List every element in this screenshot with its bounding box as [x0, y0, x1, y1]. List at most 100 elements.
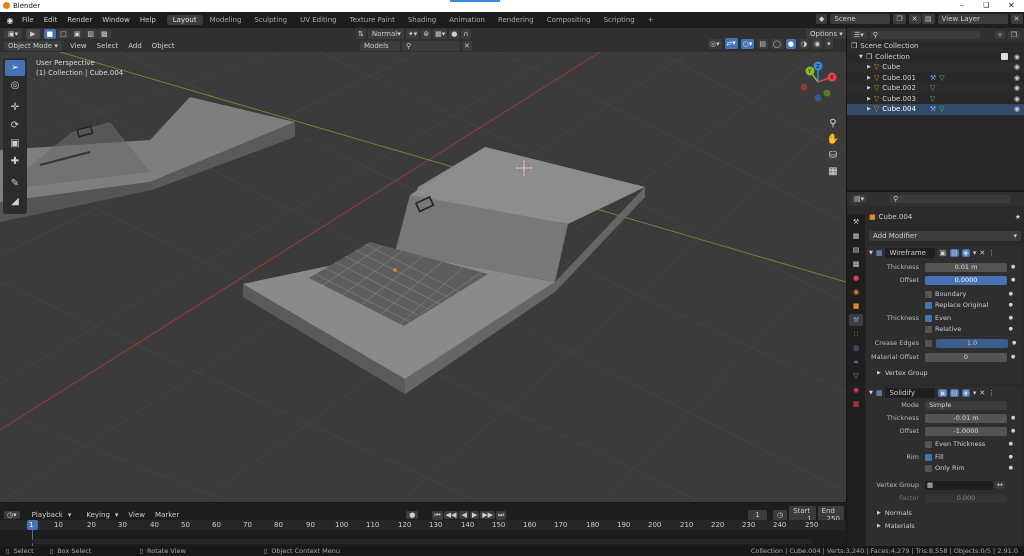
menu-view[interactable]: View — [123, 511, 150, 519]
properties-editor-type-icon[interactable]: ▤▾ — [851, 195, 868, 203]
output-tab-icon[interactable]: ▤ — [849, 244, 863, 256]
gizmo-toggle-icon[interactable]: ⥂▾ — [724, 38, 738, 49]
keyframe-dot-icon[interactable]: ● — [1011, 354, 1015, 360]
viewport-scene[interactable] — [0, 52, 846, 502]
texture-tab-icon[interactable]: ▦ — [849, 398, 863, 410]
mesh-data-icon[interactable]: ▽ — [930, 95, 935, 103]
rotate-tool-icon[interactable]: ⟳ — [5, 118, 25, 134]
object-tab-icon[interactable]: ■ — [849, 300, 863, 312]
outliner-editor-type-icon[interactable]: ☰▾ — [851, 30, 867, 39]
wireframe-thickness-field[interactable]: 0.01 m — [925, 262, 1007, 272]
render-toggle-icon[interactable]: ◉ — [961, 249, 970, 257]
even-thickness-checkbox[interactable] — [925, 440, 932, 448]
relative-checkbox[interactable] — [925, 325, 932, 333]
object-visibility-icon[interactable]: ◉ — [1014, 95, 1020, 103]
preview-range-icon[interactable]: ◷ — [772, 510, 788, 520]
overlays-toggle-icon[interactable]: ○▾ — [740, 38, 755, 49]
cursor-tool-icon[interactable]: ◎ — [5, 78, 25, 94]
outliner-scene-collection[interactable]: ❒ Scene Collection — [847, 41, 1024, 52]
modifier-menu-icon[interactable]: ▾ — [973, 249, 977, 257]
navigation-gizmo[interactable]: X Y Z — [796, 60, 840, 104]
solidify-mode-dropdown[interactable]: Simple — [925, 400, 1007, 410]
menu-help[interactable]: Help — [135, 16, 161, 24]
expand-arrow-icon[interactable]: ▶ — [867, 64, 871, 70]
solidify-thickness-field[interactable]: -0.01 m — [925, 413, 1007, 423]
view-layer-icon[interactable]: ▤ — [922, 14, 935, 24]
menu-object[interactable]: Object — [147, 42, 180, 50]
tab-shading[interactable]: Shading — [402, 15, 442, 25]
jump-start-icon[interactable]: ⏮ — [432, 510, 443, 520]
menu-marker[interactable]: Marker — [150, 511, 184, 519]
snap-target-dropdown[interactable]: Models — [360, 41, 400, 51]
play-reverse-icon[interactable]: ◀ — [459, 511, 469, 519]
outliner-item-cube[interactable]: ▶ ▽ Cube ◉ — [847, 62, 1024, 73]
edit-mode-toggle-icon[interactable]: ▣ — [938, 389, 948, 397]
tab-modeling[interactable]: Modeling — [204, 15, 248, 25]
collection-visibility-icon[interactable]: ◉ — [1014, 53, 1020, 61]
mode-dropdown[interactable]: Object Mode ▾ — [4, 41, 62, 51]
move-tool-icon[interactable]: ✛ — [5, 100, 25, 116]
data-tab-icon[interactable]: ▽ — [849, 370, 863, 382]
menu-edit[interactable]: Edit — [39, 16, 63, 24]
world-tab-icon[interactable]: ◉ — [849, 286, 863, 298]
keyframe-dot-icon[interactable]: ● — [1011, 428, 1015, 434]
transform-tool-icon[interactable]: ✚ — [5, 154, 25, 170]
annotate-tool-icon[interactable]: ✎ — [5, 176, 25, 192]
shading-material-icon[interactable]: ◑ — [798, 38, 810, 49]
replace-original-checkbox[interactable] — [925, 301, 932, 309]
keyframe-dot-icon[interactable]: ● — [1011, 415, 1015, 421]
select-invert-icon[interactable]: ▧ — [84, 29, 98, 39]
normals-subpanel[interactable]: ▶ Normals — [867, 508, 1024, 518]
snap-element-icon[interactable]: ▦▾ — [433, 29, 448, 39]
play-icon[interactable]: ▶ — [469, 511, 480, 519]
view-layer-field[interactable]: View Layer — [937, 14, 1008, 24]
viewport-toggle-icon[interactable]: ▤ — [950, 389, 959, 397]
modifier-drag-handle-icon[interactable]: ⋮ — [988, 249, 995, 257]
vertex-group-subpanel[interactable]: ▶ Vertex Group — [867, 368, 1024, 378]
wireframe-name-field[interactable]: Wireframe — [885, 248, 936, 258]
object-visibility-icon[interactable]: ◉ — [1014, 84, 1020, 92]
tab-compositing[interactable]: Compositing — [541, 15, 597, 25]
jump-end-icon[interactable]: ⏭ — [496, 510, 507, 520]
falloff-icon[interactable]: ∩ — [461, 29, 471, 39]
mesh-data-icon[interactable]: ▽ — [939, 105, 944, 113]
select-tool-icon[interactable]: ➢ — [5, 60, 25, 76]
perspective-toggle-icon[interactable]: ▦ — [826, 164, 840, 180]
keyframe-dot-icon[interactable]: ● — [1011, 277, 1015, 283]
mesh-data-icon[interactable]: ▽ — [930, 84, 935, 92]
render-tab-icon[interactable]: ▦ — [849, 230, 863, 242]
pivot-icon[interactable]: ✦▾ — [405, 29, 420, 39]
tab-animation[interactable]: Animation — [443, 15, 491, 25]
outliner-collection[interactable]: ▼ ❒ Collection ◉ — [847, 52, 1024, 63]
snap-toggle-icon[interactable]: ⊛ — [421, 29, 432, 39]
timeline-editor-type-icon[interactable]: ◷▾ — [4, 511, 20, 519]
menu-select[interactable]: Select — [92, 42, 124, 50]
blender-menu-icon[interactable]: ◉ — [3, 16, 17, 25]
view-object-types-icon[interactable]: ◎▾ — [708, 38, 722, 49]
object-visibility-icon[interactable]: ◉ — [1014, 105, 1020, 113]
menu-playback[interactable]: Playback ▾ — [22, 511, 77, 519]
materials-subpanel[interactable]: ▶ Materials — [867, 521, 1024, 531]
material-tab-icon[interactable]: ◉ — [849, 384, 863, 396]
expand-arrow-icon[interactable]: ▶ — [877, 510, 881, 516]
select-extend-icon[interactable]: □ — [57, 29, 70, 39]
modifier-wrench-icon[interactable]: ⚒ — [930, 105, 936, 113]
keyframe-dot-icon[interactable]: ● — [1009, 465, 1013, 471]
select-mode-icon[interactable]: ▶ — [26, 29, 40, 39]
solidify-offset-field[interactable]: -1.0000 — [925, 426, 1007, 436]
proportional-edit-icon[interactable]: ● — [449, 29, 460, 39]
scene-icon[interactable]: ◆ — [816, 14, 828, 24]
solidify-name-field[interactable]: Solidify — [885, 388, 936, 398]
snap-search-field[interactable]: ⚲ — [402, 41, 460, 51]
even-checkbox[interactable] — [925, 314, 932, 322]
tool-tab-icon[interactable]: ⚒ — [849, 216, 863, 228]
keyframe-dot-icon[interactable]: ● — [1009, 302, 1013, 308]
auto-keying-icon[interactable]: ● — [406, 511, 419, 519]
keyframe-dot-icon[interactable]: ● — [1009, 291, 1013, 297]
tab-layout[interactable]: Layout — [166, 15, 203, 25]
keyframe-dot-icon[interactable]: ● — [1011, 264, 1015, 270]
tab-sculpting[interactable]: Sculpting — [248, 15, 293, 25]
collapse-arrow-icon[interactable]: ▼ — [869, 250, 873, 256]
pan-hand-icon[interactable]: ✋ — [826, 132, 840, 148]
expand-arrow-icon[interactable]: ▶ — [867, 96, 871, 102]
